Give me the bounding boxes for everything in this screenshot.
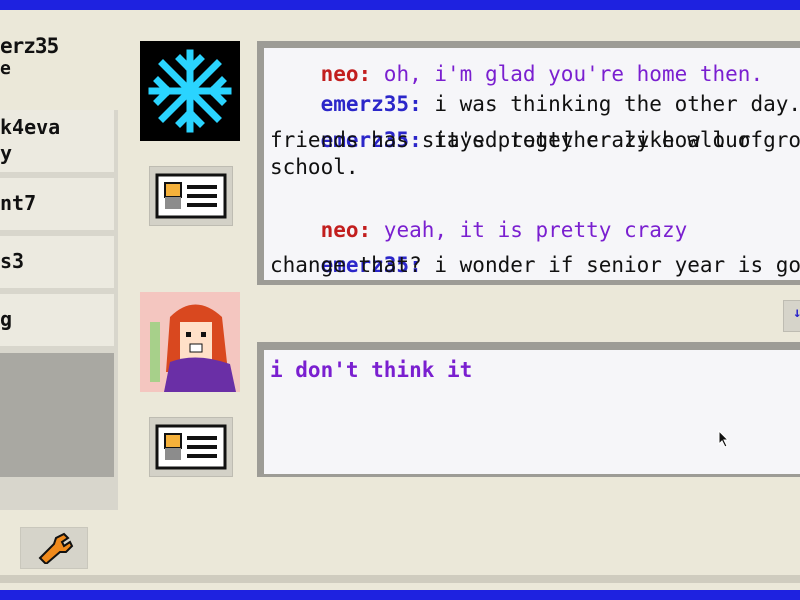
my-status: e [0,58,11,79]
snowflake-icon [148,49,232,133]
sidebar: erz35 e k4eva y nt7 s3 g [0,30,122,575]
wrench-icon [38,532,74,564]
girl-avatar-icon [140,292,240,392]
bottom-band [0,575,800,583]
buddy-item-4[interactable]: g [0,294,114,346]
my-avatar [140,292,240,392]
chat-message-3-cont: friends has stayed together like all of … [270,128,764,179]
buddy-item-selected[interactable] [0,353,114,477]
scroll-button[interactable]: ↓ [783,300,800,332]
buddy-item-1[interactable]: k4eva y [0,110,114,172]
friend-avatar [140,41,240,141]
buddy-item-2[interactable]: nt7 [0,178,114,230]
buddy-item-3[interactable]: s3 [0,236,114,288]
id-card-icon [155,173,227,219]
message-input[interactable] [264,350,800,474]
id-card-icon [155,424,227,470]
my-profile-button[interactable] [149,417,233,477]
mouse-cursor-icon [718,430,730,448]
chat-log[interactable]: neo: oh, i'm glad you're home then. emer… [264,48,800,280]
chat-message-5-cont: change that? [270,253,422,277]
arrow-icon: ↓ [793,305,800,321]
settings-button[interactable] [20,527,88,569]
my-username: erz35 [0,34,59,58]
friend-profile-button[interactable] [149,166,233,226]
buddy-list: k4eva y nt7 s3 g [0,110,118,510]
